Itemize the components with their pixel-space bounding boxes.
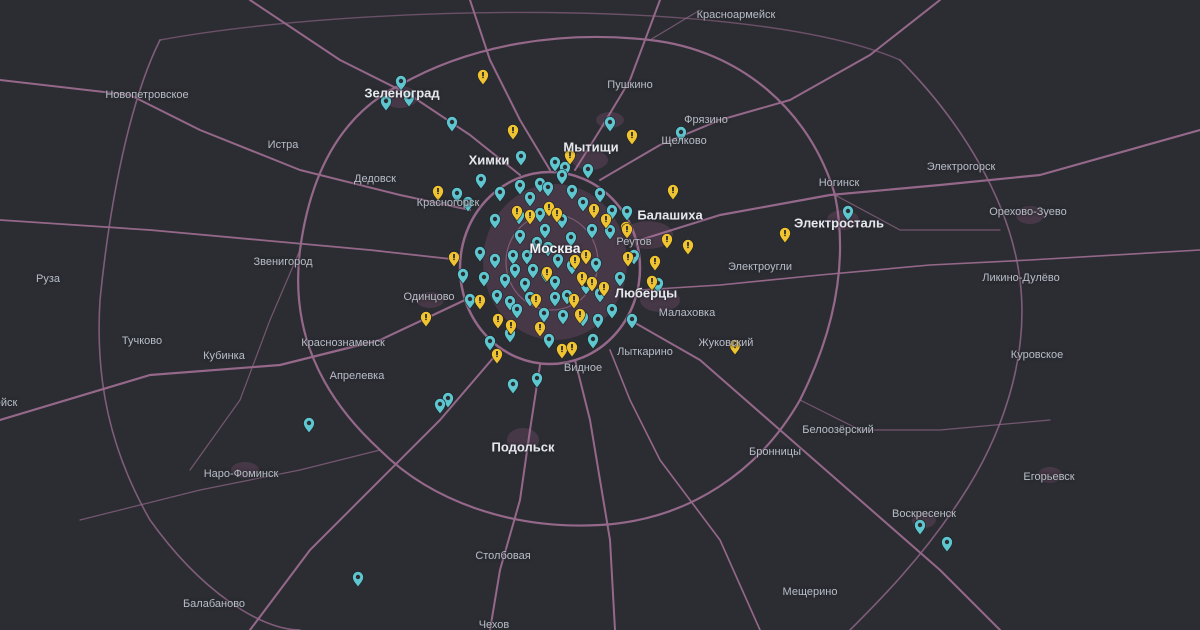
location-marker-pin[interactable]	[549, 156, 561, 173]
place-label: Электросталь	[794, 215, 884, 231]
warning-marker-pin[interactable]	[477, 69, 489, 86]
place-label: Электроугли	[728, 261, 792, 273]
location-marker-pin[interactable]	[543, 333, 555, 350]
warning-marker-pin[interactable]	[474, 294, 486, 311]
warning-marker-pin[interactable]	[448, 251, 460, 268]
location-marker-pin[interactable]	[507, 378, 519, 395]
location-marker-pin[interactable]	[475, 173, 487, 190]
location-marker-pin[interactable]	[446, 116, 458, 133]
place-label: Бронницы	[749, 446, 801, 458]
place-label: Столбовая	[475, 550, 531, 562]
location-marker-pin[interactable]	[621, 205, 633, 222]
location-marker-pin[interactable]	[464, 293, 476, 310]
place-label: Зеленоград	[364, 85, 440, 101]
place-label: Балашиха	[637, 207, 703, 223]
place-label: Дедовск	[354, 173, 396, 185]
location-marker-pin[interactable]	[484, 335, 496, 352]
place-label: Краснознаменск	[301, 337, 385, 349]
place-label: Ногинск	[818, 177, 860, 189]
warning-marker-pin[interactable]	[566, 341, 578, 358]
place-label: Одинцово	[403, 291, 455, 303]
place-label: Воскресенск	[891, 508, 957, 520]
place-label: Егорьевск	[1023, 471, 1075, 483]
place-label: Апрелевка	[329, 370, 385, 382]
place-label: Москва	[529, 240, 581, 256]
location-marker-pin[interactable]	[582, 163, 594, 180]
place-label: Пушкино	[607, 79, 653, 91]
place-label: Тучково	[121, 335, 163, 347]
location-marker-pin[interactable]	[352, 571, 364, 588]
location-marker-pin[interactable]	[434, 398, 446, 415]
warning-marker-pin[interactable]	[682, 239, 694, 256]
place-label: Лыткарино	[617, 346, 673, 358]
place-label: Балабаново	[182, 598, 246, 610]
place-label: Орехово-Зуево	[989, 206, 1067, 218]
place-label: Жуковский	[698, 337, 754, 349]
place-label: Звенигород	[253, 256, 313, 268]
warning-marker-pin[interactable]	[492, 313, 504, 330]
place-label: Малаховка	[658, 307, 716, 319]
place-label: Подольск	[491, 439, 555, 455]
place-label: Новопетровское	[105, 89, 189, 101]
warning-marker-pin[interactable]	[556, 343, 568, 360]
warning-marker-pin[interactable]	[667, 184, 679, 201]
place-label: Кубинка	[203, 350, 245, 362]
location-marker-pin[interactable]	[587, 333, 599, 350]
location-marker-pin[interactable]	[941, 536, 953, 553]
location-marker-pin[interactable]	[494, 186, 506, 203]
warning-marker-pin[interactable]	[649, 255, 661, 272]
place-label: Химки	[468, 152, 510, 168]
location-marker-pin[interactable]	[556, 169, 568, 186]
place-label: Наро-Фоминск	[203, 468, 279, 480]
place-label: Мытищи	[563, 139, 619, 155]
map-view[interactable]: Красноармейск Новопетровское Зеленоград Пуш…	[0, 0, 1200, 630]
place-label: ейск	[0, 397, 18, 409]
place-label: Руза	[36, 273, 60, 285]
warning-marker-pin[interactable]	[420, 311, 432, 328]
place-label: Чехов	[478, 619, 510, 630]
place-label: Люберцы	[614, 285, 678, 301]
warning-marker-pin[interactable]	[626, 129, 638, 146]
place-label: Фрязино	[684, 114, 728, 126]
place-label: Ликино-Дулёво	[982, 272, 1060, 284]
location-marker-pin[interactable]	[604, 116, 616, 133]
marker-layer[interactable]	[303, 69, 953, 588]
location-marker-pin[interactable]	[457, 268, 469, 285]
location-marker-pin[interactable]	[303, 417, 315, 434]
location-marker-pin[interactable]	[914, 519, 926, 536]
place-label: Реутов	[616, 236, 652, 248]
location-marker-pin[interactable]	[606, 303, 618, 320]
place-label: Истра	[267, 139, 299, 151]
warning-marker-pin[interactable]	[507, 124, 519, 141]
location-marker-pin[interactable]	[515, 150, 527, 167]
place-label: Красноармейск	[696, 9, 776, 21]
warning-marker-pin[interactable]	[661, 233, 673, 250]
place-label: Красногорск	[416, 197, 480, 209]
place-label: Куровское	[1010, 349, 1064, 361]
location-marker-pin[interactable]	[626, 313, 638, 330]
place-label: Белоозёрский	[802, 424, 874, 436]
location-marker-pin[interactable]	[531, 372, 543, 389]
place-label: Электрогорск	[926, 161, 996, 173]
warning-marker-pin[interactable]	[779, 227, 791, 244]
place-label: Мещерино	[782, 586, 838, 598]
place-label: Видное	[563, 362, 603, 374]
place-label: Щелково	[661, 135, 707, 147]
warning-marker-pin[interactable]	[491, 348, 503, 365]
